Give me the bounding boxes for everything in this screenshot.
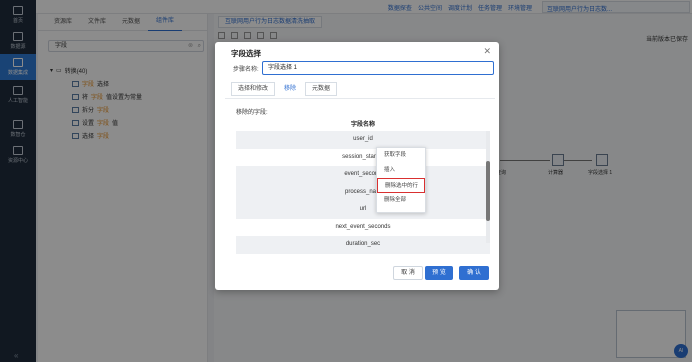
step-name-input[interactable]: 字段选择 1 <box>262 61 494 75</box>
dialog-title: 字段选择 <box>231 49 261 58</box>
tab-select-modify[interactable]: 选择和修改 <box>231 82 276 96</box>
table-row[interactable]: url <box>236 201 490 219</box>
menu-item-delete-all[interactable]: 删除全部 <box>377 193 425 208</box>
context-menu: 获取字段 插入 删除选中的行 删除全部 <box>376 147 426 213</box>
remove-panel: 移除的字段: 字段名称 user_id session_start_ti eve… <box>225 98 495 260</box>
table-row[interactable]: user_id <box>236 131 490 149</box>
table-row[interactable]: next_event_seconds <box>236 219 490 237</box>
close-icon[interactable]: ✕ <box>483 46 491 57</box>
menu-item-insert[interactable]: 插入 <box>377 163 425 178</box>
cancel-button[interactable]: 取 消 <box>393 266 423 280</box>
confirm-button[interactable]: 确 认 <box>459 266 489 280</box>
table-row[interactable]: event_second <box>236 166 490 184</box>
column-header: 字段名称 <box>350 122 375 128</box>
table-row[interactable]: session_start_ti <box>236 149 490 167</box>
removed-fields-label: 移除的字段: <box>236 110 268 116</box>
step-name-label: 步骤名称: <box>233 67 259 73</box>
tab-metadata[interactable]: 元数据 <box>305 82 338 96</box>
preview-button[interactable]: 预 览 <box>425 266 453 280</box>
field-select-dialog: 字段选择 ✕ 步骤名称: 字段选择 1 选择和修改 移除 元数据 移除的字段: … <box>215 42 499 290</box>
dialog-tabs: 选择和修改 移除 元数据 <box>231 82 339 96</box>
menu-item-get-fields[interactable]: 获取字段 <box>377 148 425 163</box>
table-row[interactable]: process_nam <box>236 183 490 201</box>
table-row[interactable]: duration_sec <box>236 236 490 254</box>
removed-fields-table[interactable]: 字段名称 user_id session_start_ti event_seco… <box>236 119 490 255</box>
table-scrollbar[interactable] <box>486 131 490 243</box>
tab-remove[interactable]: 移除 <box>277 82 304 96</box>
scrollbar-thumb[interactable] <box>486 161 490 221</box>
menu-item-delete-selected[interactable]: 删除选中的行 <box>377 178 425 193</box>
